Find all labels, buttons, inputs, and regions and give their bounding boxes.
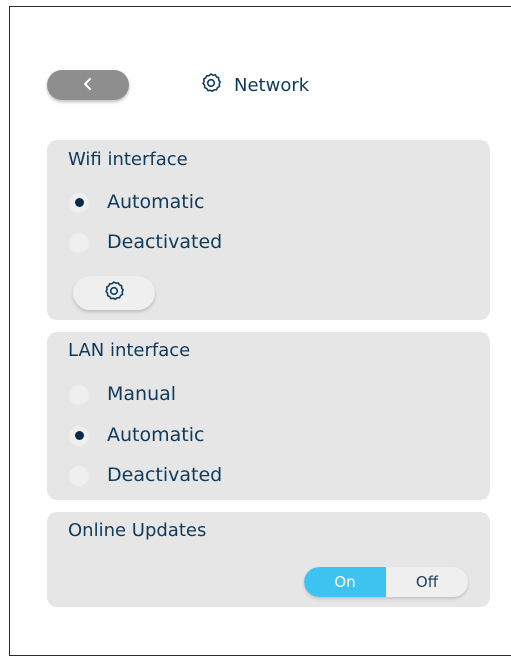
gear-icon xyxy=(200,72,222,99)
lan-radio-automatic[interactable]: Automatic xyxy=(68,422,204,448)
online-updates-title: Online Updates xyxy=(68,520,207,541)
radio-button[interactable] xyxy=(68,231,90,253)
radio-label: Manual xyxy=(107,383,177,405)
wifi-settings-button[interactable] xyxy=(73,276,155,310)
lan-radio-manual[interactable]: Manual xyxy=(68,381,176,407)
radio-label: Deactivated xyxy=(107,464,223,486)
wifi-radio-automatic[interactable]: Automatic xyxy=(68,189,204,215)
lan-interface-title: LAN interface xyxy=(68,340,191,361)
wifi-interface-title: Wifi interface xyxy=(68,149,188,170)
page-header: Network xyxy=(200,72,310,99)
chevron-left-icon xyxy=(82,76,94,95)
radio-label: Automatic xyxy=(107,424,205,446)
radio-label: Automatic xyxy=(107,191,205,213)
radio-label: Deactivated xyxy=(107,231,223,253)
toggle-on-option[interactable]: On xyxy=(304,567,386,597)
back-button[interactable] xyxy=(47,70,129,100)
radio-selected-dot xyxy=(74,197,84,207)
radio-button[interactable] xyxy=(68,464,90,486)
gear-icon xyxy=(103,280,125,306)
online-updates-card: Online Updates On Off xyxy=(47,512,490,607)
page-title: Network xyxy=(234,74,310,96)
lan-interface-card: LAN interface Manual Automatic Deactivat… xyxy=(47,332,490,500)
toggle-off-option[interactable]: Off xyxy=(386,567,468,597)
radio-button[interactable] xyxy=(68,424,90,446)
wifi-radio-deactivated[interactable]: Deactivated xyxy=(68,229,222,255)
radio-button[interactable] xyxy=(68,383,90,405)
online-updates-toggle[interactable]: On Off xyxy=(304,567,468,597)
radio-selected-dot xyxy=(74,430,84,440)
lan-radio-deactivated[interactable]: Deactivated xyxy=(68,462,222,488)
radio-button[interactable] xyxy=(68,191,90,213)
wifi-interface-card: Wifi interface Automatic Deactivated xyxy=(47,140,490,320)
